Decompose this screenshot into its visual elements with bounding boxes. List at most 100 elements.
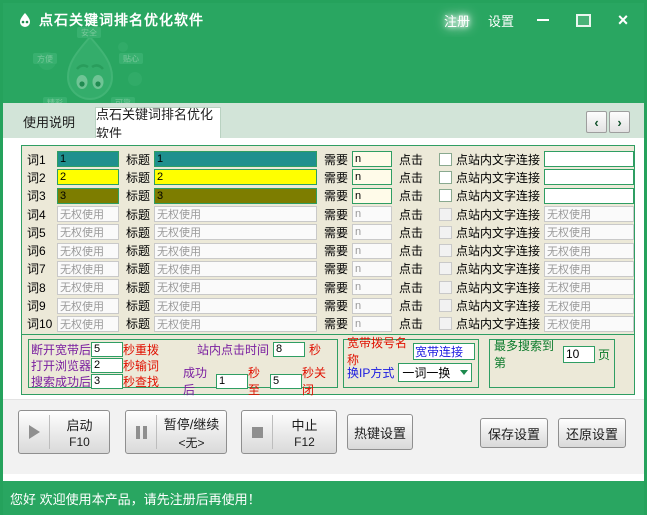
title-input[interactable]: [154, 279, 317, 296]
link-input[interactable]: [544, 279, 634, 296]
link-input[interactable]: [544, 169, 634, 186]
ip-mode-select[interactable]: 一词一换: [398, 362, 473, 382]
click-label: 点击: [398, 170, 423, 185]
pause-hotkey: <无>: [178, 435, 205, 450]
keyword-row: 词6 标题 需要 点击 点站内文字连接: [22, 241, 634, 259]
disconnect-seconds-input[interactable]: [91, 341, 124, 357]
link-checkbox[interactable]: [438, 189, 452, 203]
keyword-input[interactable]: [57, 151, 119, 168]
need-count-input[interactable]: [351, 242, 392, 259]
keyword-input[interactable]: [57, 206, 119, 223]
save-settings-button[interactable]: 保存设置: [480, 418, 548, 448]
browser-seconds-input[interactable]: [91, 357, 124, 373]
title-input[interactable]: [154, 297, 317, 314]
need-label: 需要: [323, 299, 348, 314]
tab-main-active[interactable]: 点石关键词排名优化软件: [95, 107, 221, 141]
title-input[interactable]: [154, 315, 317, 332]
maximize-icon: [575, 13, 591, 27]
close-button[interactable]: ×: [612, 9, 634, 31]
header-banner: 安全 方便 贴心 精彩 可靠: [3, 27, 644, 108]
keyword-input[interactable]: [57, 187, 119, 204]
title-input[interactable]: [154, 224, 317, 241]
link-checkbox[interactable]: [438, 299, 452, 313]
dial-name-input[interactable]: [413, 342, 475, 360]
click-time-label: 站内点击时间: [197, 342, 270, 357]
need-count-input[interactable]: [351, 206, 392, 223]
click-label: 点击: [398, 280, 423, 295]
action-bar: 启动 F10 暂停/继续 <无> 中止 F12 热键设置 保存设置 还原设置: [3, 399, 644, 474]
keyword-input[interactable]: [57, 279, 119, 296]
need-count-input[interactable]: [351, 169, 392, 186]
need-label: 需要: [323, 170, 348, 185]
need-label: 需要: [323, 207, 348, 222]
minimize-button[interactable]: [532, 9, 554, 31]
keyword-input[interactable]: [57, 315, 119, 332]
title-input[interactable]: [154, 260, 317, 277]
link-checkbox[interactable]: [438, 207, 452, 221]
keyword-input[interactable]: [57, 297, 119, 314]
close-from-input[interactable]: [216, 373, 248, 389]
link-checkbox[interactable]: [438, 244, 452, 258]
tab-prev-button[interactable]: ‹: [586, 111, 607, 133]
need-count-input[interactable]: [351, 315, 392, 332]
title-input[interactable]: [154, 206, 317, 223]
search-seconds-input[interactable]: [91, 373, 124, 389]
status-message: 您好 欢迎使用本产品，请先注册后再使用！: [10, 491, 261, 507]
link-input[interactable]: [544, 242, 634, 259]
click-label: 点击: [398, 207, 423, 222]
link-checkbox[interactable]: [438, 152, 452, 166]
max-page-input[interactable]: [562, 345, 595, 363]
tab-usage-instructions[interactable]: 使用说明: [13, 104, 85, 138]
link-checkbox[interactable]: [438, 170, 452, 184]
link-checkbox[interactable]: [438, 225, 452, 239]
keyword-input[interactable]: [57, 242, 119, 259]
mascot-logo-icon: 安全 方便 贴心 精彩 可靠: [33, 27, 143, 108]
stop-button[interactable]: 中止 F12: [241, 410, 337, 454]
tab-next-button[interactable]: ›: [609, 111, 630, 133]
link-input[interactable]: [544, 224, 634, 241]
chevron-right-icon: ›: [617, 114, 622, 130]
keyword-input[interactable]: [57, 224, 119, 241]
title-input[interactable]: [154, 151, 317, 168]
link-input[interactable]: [544, 206, 634, 223]
close-to-input[interactable]: [270, 373, 302, 389]
link-checkbox[interactable]: [438, 262, 452, 276]
start-button[interactable]: 启动 F10: [18, 410, 110, 454]
link-label: 点站内文字连接: [455, 280, 540, 295]
settings-button[interactable]: 设置: [488, 11, 514, 30]
play-icon: [28, 425, 40, 439]
keyword-input[interactable]: [57, 169, 119, 186]
disconnect-suffix: 秒重拨: [123, 342, 160, 357]
need-count-input[interactable]: [351, 224, 392, 241]
need-count-input[interactable]: [351, 279, 392, 296]
link-checkbox[interactable]: [438, 280, 452, 294]
link-input[interactable]: [544, 297, 634, 314]
need-count-input[interactable]: [351, 151, 392, 168]
need-count-input[interactable]: [351, 297, 392, 314]
title-input[interactable]: [154, 169, 317, 186]
pause-resume-button[interactable]: 暂停/继续 <无>: [125, 410, 227, 454]
need-count-input[interactable]: [351, 187, 392, 204]
maximize-button[interactable]: [572, 9, 594, 31]
chevron-left-icon: ‹: [594, 114, 599, 130]
link-input[interactable]: [544, 151, 634, 168]
register-button[interactable]: 注册: [444, 11, 470, 30]
hotkey-settings-button[interactable]: 热键设置: [347, 414, 413, 450]
keyword-row: 词3 标题 需要 点击 点站内文字连接: [22, 187, 634, 205]
link-input[interactable]: [544, 260, 634, 277]
keyword-row: 词7 标题 需要 点击 点站内文字连接: [22, 260, 634, 278]
title-input[interactable]: [154, 242, 317, 259]
title-label: 标题: [126, 262, 151, 277]
close-icon: ×: [617, 10, 629, 30]
keyword-input[interactable]: [57, 260, 119, 277]
click-time-input[interactable]: [273, 341, 306, 357]
need-count-input[interactable]: [351, 260, 392, 277]
stop-label: 中止: [291, 418, 318, 433]
title-input[interactable]: [154, 187, 317, 204]
link-input[interactable]: [544, 187, 634, 204]
restore-settings-button[interactable]: 还原设置: [558, 418, 626, 448]
link-input[interactable]: [544, 315, 634, 332]
link-checkbox[interactable]: [438, 317, 452, 331]
mascot-label-left: 方便: [37, 54, 53, 64]
keyword-row-label: 词10: [27, 317, 53, 332]
